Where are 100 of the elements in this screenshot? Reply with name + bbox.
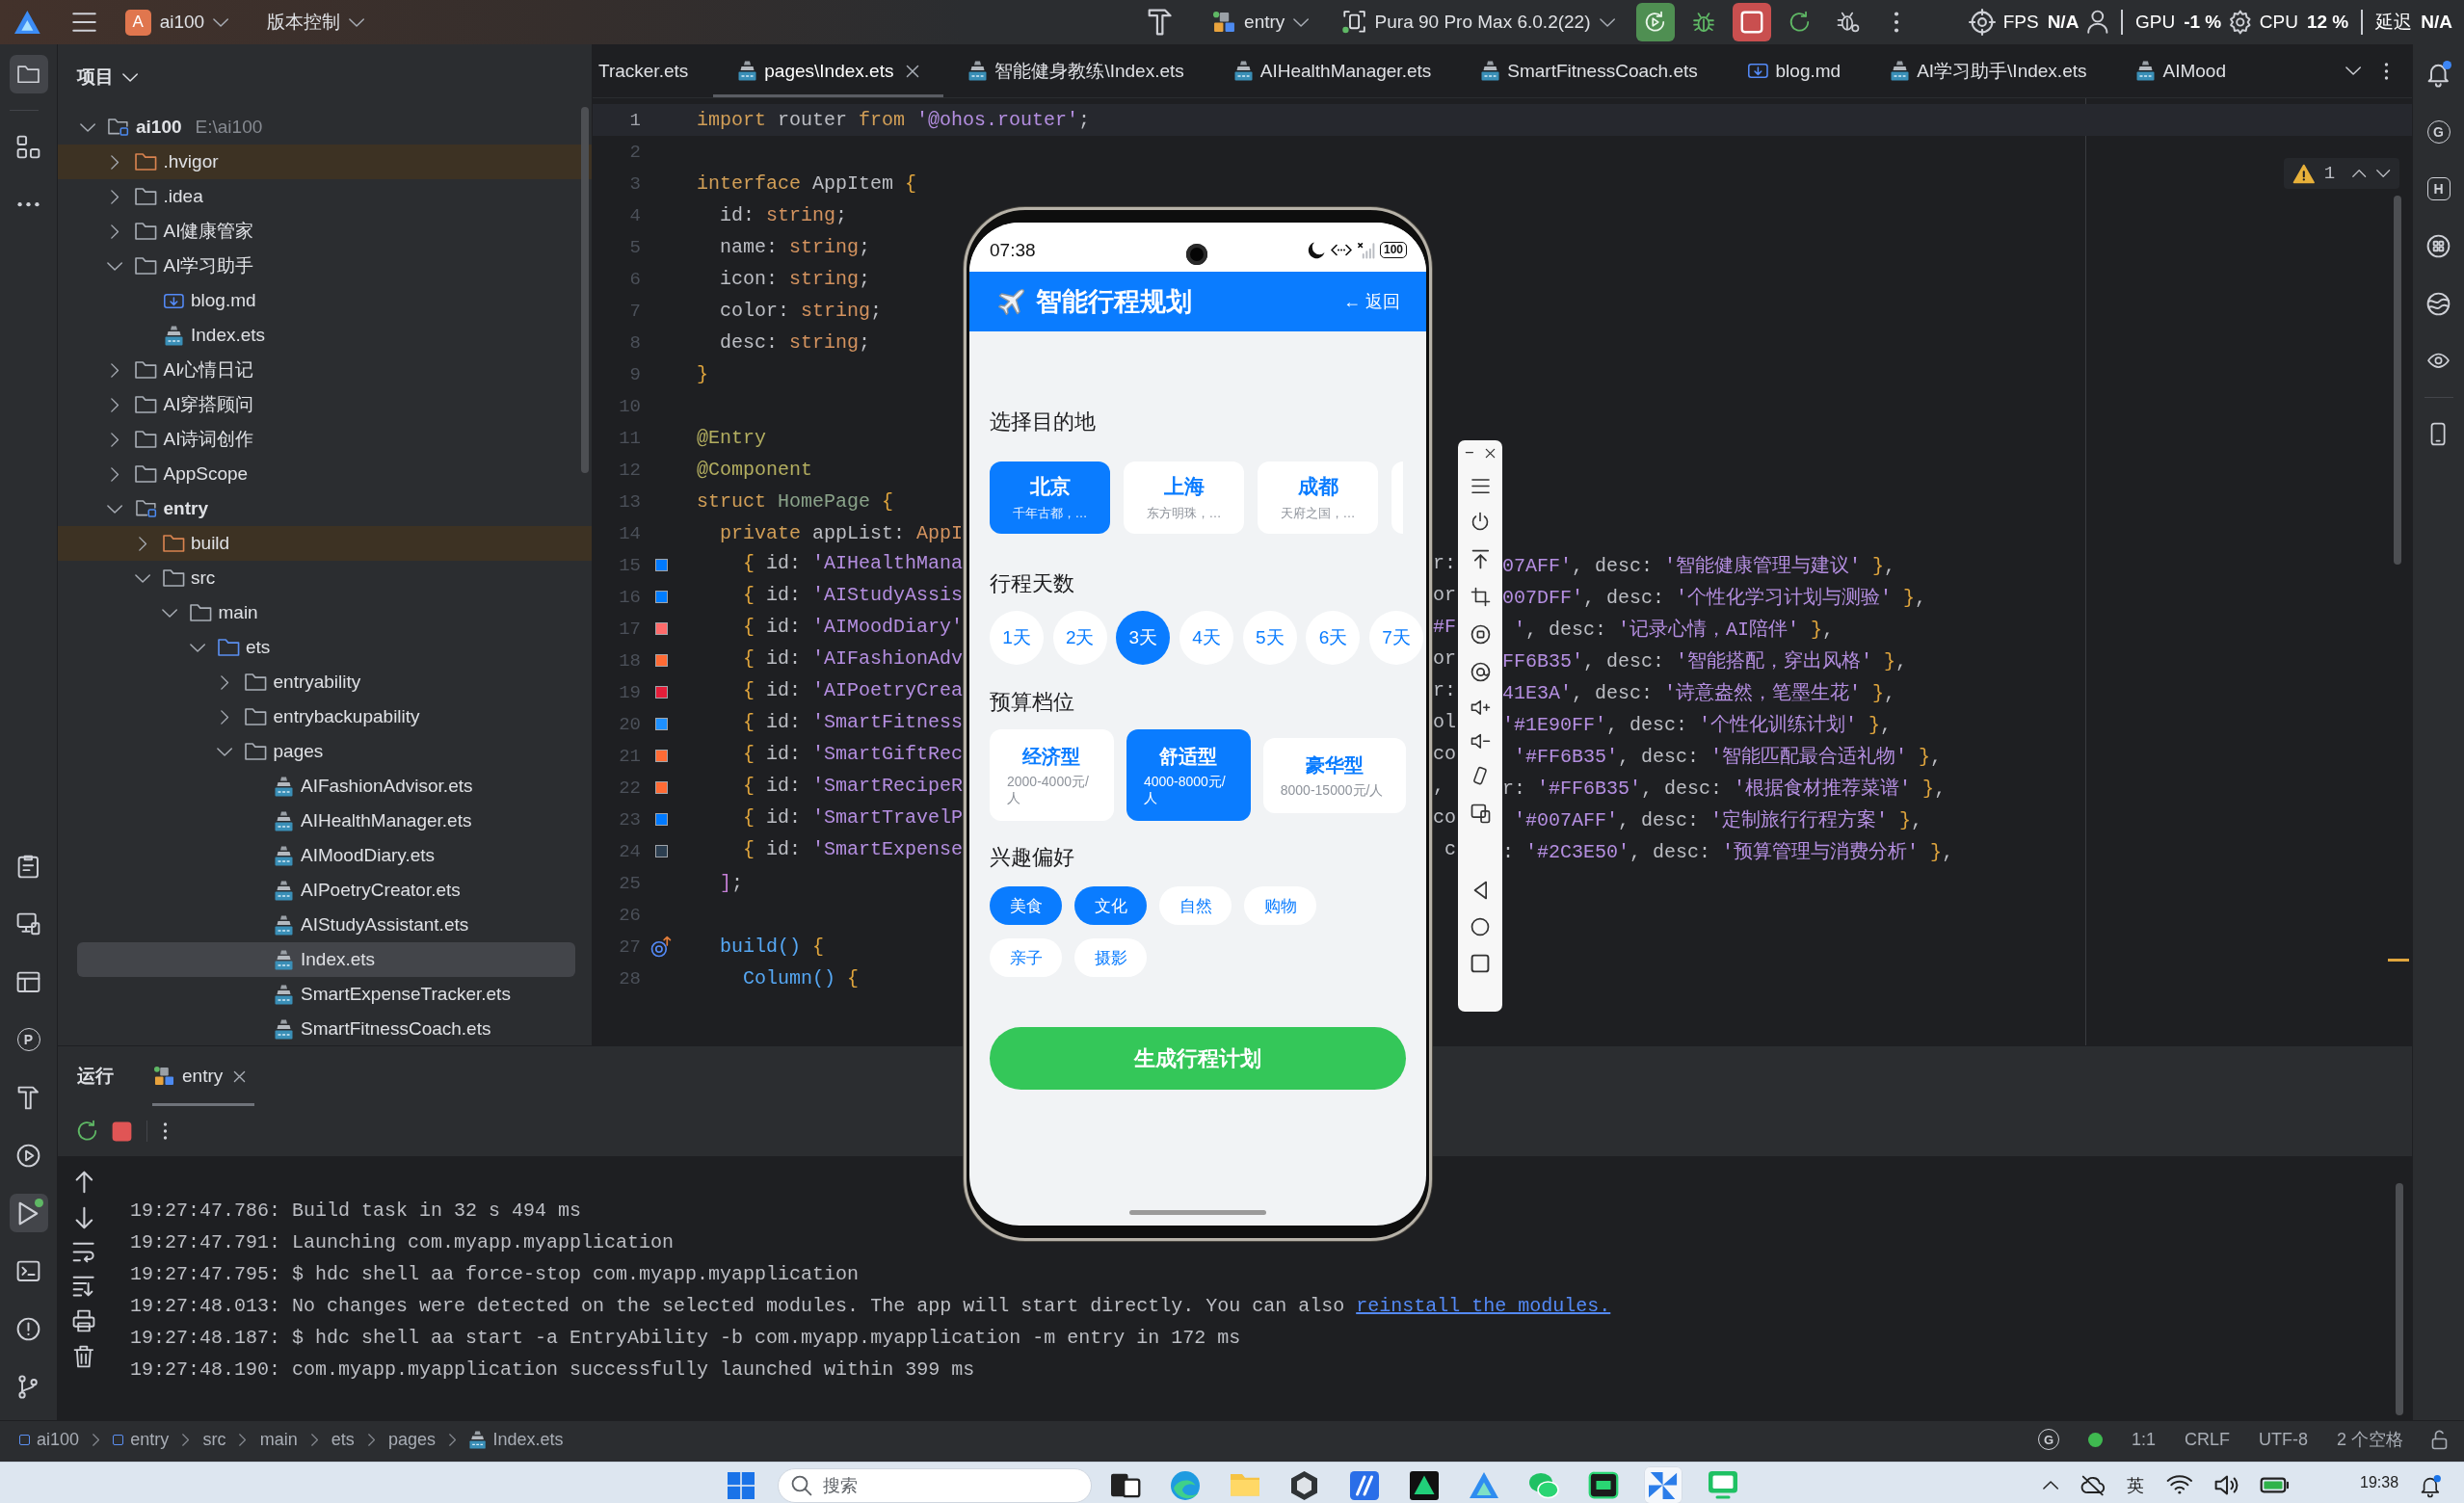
chevron-down-icon[interactable] [134, 573, 151, 583]
gear-icon[interactable] [2230, 11, 2251, 34]
destination-card[interactable]: 北京 千年古都，… [990, 461, 1110, 534]
chevron-right-icon[interactable] [111, 154, 119, 170]
color-swatch-icon[interactable] [654, 591, 668, 603]
search-field[interactable]: 搜索 [777, 1467, 1092, 1503]
chevron-down-icon[interactable] [2375, 170, 2390, 177]
editor-tab[interactable]: SmartFitnessCoach.ets [1456, 44, 1723, 97]
tree-item[interactable]: AIPoetryCreator.ets [77, 873, 575, 908]
volume-down-icon[interactable] [1470, 733, 1490, 749]
folder-icon[interactable] [9, 55, 48, 93]
monitor-icon[interactable] [17, 913, 40, 935]
tree-item[interactable]: Index.ets [77, 942, 575, 977]
hammer-icon[interactable] [18, 1086, 39, 1109]
alert-circle-icon[interactable] [17, 1317, 40, 1340]
hexagon-icon[interactable] [1291, 1470, 1317, 1500]
minimize-icon[interactable] [1465, 452, 1473, 454]
day-option[interactable]: 3天 [1116, 611, 1171, 665]
target-icon[interactable] [1969, 10, 1995, 35]
restart-icon[interactable] [1635, 3, 1675, 41]
tree-item[interactable]: AIHealthManager.ets [77, 804, 575, 838]
bug-icon[interactable] [1692, 12, 1714, 33]
editor-tab[interactable]: Tracker.ets [593, 44, 714, 97]
more-icon[interactable] [1893, 12, 1899, 33]
color-swatch-icon[interactable] [654, 750, 668, 762]
inspection-bar[interactable]: 1 [2284, 158, 2399, 189]
tree-item[interactable]: SmartFitnessCoach.ets [77, 1012, 575, 1045]
status-dot-icon[interactable] [2087, 1432, 2103, 1447]
device-selector[interactable]: Pura 90 Pro Max 6.0.2(22) [1334, 5, 1623, 40]
interest-chip[interactable]: 美食 [990, 886, 1062, 925]
cloud-off-icon[interactable] [2080, 1475, 2105, 1495]
destination-card[interactable]: 成都 天府之国，… [1258, 461, 1378, 534]
lock-icon[interactable] [2432, 1430, 2447, 1449]
tree-item[interactable]: src [77, 561, 575, 595]
tree-item[interactable]: AppScope [77, 457, 575, 491]
tree-item[interactable]: AIStudyAssistant.ets [77, 908, 575, 942]
chevron-down-icon[interactable] [107, 261, 123, 271]
target-arrow-icon[interactable] [650, 936, 672, 957]
day-option[interactable]: 2天 [1052, 611, 1107, 665]
chevron-right-icon[interactable] [111, 189, 119, 204]
scroll-end-icon[interactable] [73, 1277, 94, 1296]
day-option[interactable]: 7天 [1369, 611, 1424, 665]
chevron-right-icon[interactable] [111, 432, 119, 447]
chevron-right-icon[interactable] [111, 224, 119, 239]
arrow-down-icon[interactable] [75, 1207, 93, 1228]
interest-chip[interactable]: 文化 [1074, 886, 1147, 925]
table-icon[interactable] [17, 971, 40, 992]
run-config-selector[interactable]: entry [1206, 6, 1317, 39]
eye-icon[interactable] [2427, 354, 2450, 368]
power-icon[interactable] [1472, 513, 1488, 532]
home-icon[interactable] [1471, 918, 1489, 936]
bug-circle-icon[interactable] [1837, 13, 1859, 32]
terminal-icon[interactable] [17, 1260, 40, 1281]
tree-item[interactable]: entryability [77, 665, 575, 699]
color-swatch-icon[interactable] [654, 622, 668, 635]
volume-up-icon[interactable] [1470, 700, 1490, 715]
file-encoding[interactable]: UTF-8 [2259, 1429, 2308, 1450]
wifi-icon[interactable] [2167, 1476, 2192, 1494]
interest-chip[interactable]: 自然 [1159, 886, 1232, 925]
battery-icon[interactable] [2260, 1478, 2290, 1492]
overlapping-squares-icon[interactable] [1110, 1473, 1140, 1497]
wave-circle-icon[interactable] [2427, 292, 2450, 315]
view-selector[interactable]: 项目 [71, 61, 145, 93]
tree-item[interactable]: AIMoodDiary.ets [77, 838, 575, 873]
console-link[interactable]: reinstall the modules. [1356, 1295, 1611, 1317]
tree-item[interactable]: main [77, 595, 575, 630]
chevron-right-icon[interactable] [138, 536, 147, 551]
color-swatch-icon[interactable] [654, 654, 668, 667]
arrow-up-icon[interactable] [75, 1172, 93, 1193]
editor-tab[interactable]: blog.md [1722, 44, 1867, 97]
close-icon[interactable] [1486, 448, 1496, 458]
clock-time[interactable]: 19:38 [2360, 1474, 2399, 1491]
color-swatch-icon[interactable] [654, 559, 668, 571]
squares-icon[interactable] [17, 135, 40, 158]
clipboard-icon[interactable] [18, 855, 39, 878]
scrollbar-thumb[interactable] [2394, 196, 2401, 565]
tree-item[interactable]: entry [77, 491, 575, 526]
tree-item[interactable]: AI健康管家 [77, 214, 575, 249]
multi-screen-icon[interactable] [1470, 804, 1490, 824]
breadcrumb-item[interactable]: ets [331, 1429, 355, 1450]
tree-item[interactable]: entrybackupability [77, 699, 575, 734]
interest-chip[interactable]: 摄影 [1074, 938, 1147, 977]
speaker-icon[interactable] [2214, 1476, 2238, 1494]
tree-item[interactable]: AI心情日记 [77, 353, 575, 387]
editor-tab[interactable]: AIMood [2111, 44, 2251, 97]
phone-icon[interactable] [2431, 423, 2446, 445]
screen-tile-icon[interactable] [1588, 1472, 1618, 1498]
tree-item[interactable]: AI诗词创作 [77, 422, 575, 457]
tree-item[interactable]: .hvigor [58, 145, 592, 179]
trash-icon[interactable] [74, 1346, 93, 1367]
color-swatch-icon[interactable] [654, 686, 668, 699]
play-circle-icon[interactable] [17, 1144, 40, 1167]
chevron-up-icon[interactable] [2042, 1481, 2058, 1490]
menu-icon[interactable] [1470, 479, 1490, 494]
recents-icon[interactable] [1471, 955, 1489, 973]
color-swatch-icon[interactable] [654, 845, 668, 857]
tree-item[interactable]: SmartExpenseTracker.ets [77, 977, 575, 1012]
line-separator[interactable]: CRLF [2184, 1429, 2230, 1450]
breadcrumb-item[interactable]: main [259, 1429, 298, 1450]
tree-item[interactable]: ets [77, 630, 575, 665]
